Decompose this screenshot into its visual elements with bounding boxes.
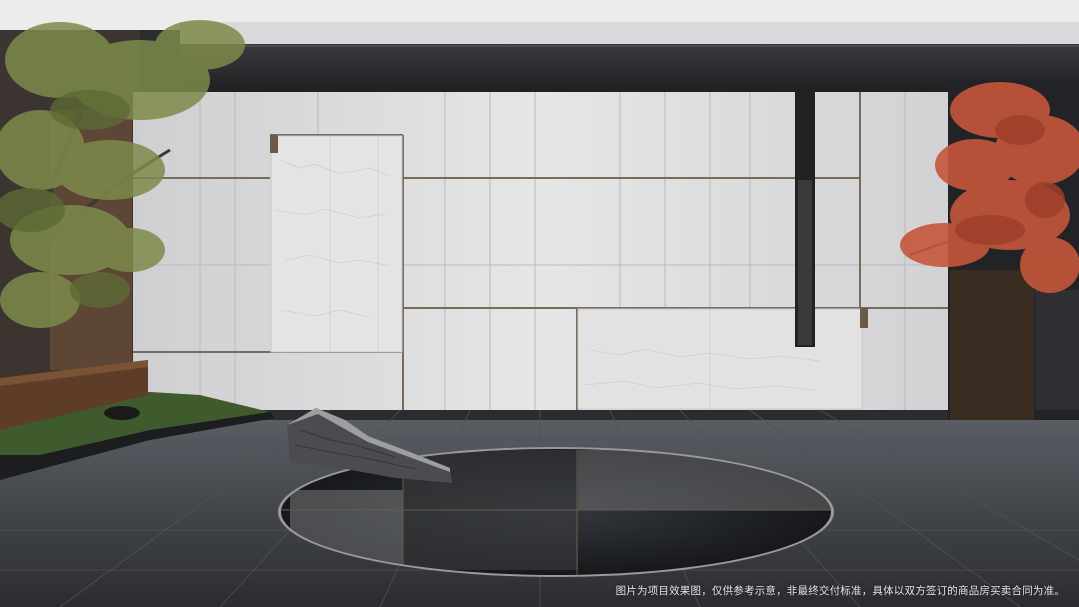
feature-wall	[133, 92, 948, 410]
render-scene	[0, 0, 1079, 607]
disclaimer-caption: 图片为项目效果图，仅供参考示意，非最终交付标准，具体以双方签订的商品房买卖合同为…	[615, 585, 1065, 597]
canopy	[180, 22, 1079, 92]
